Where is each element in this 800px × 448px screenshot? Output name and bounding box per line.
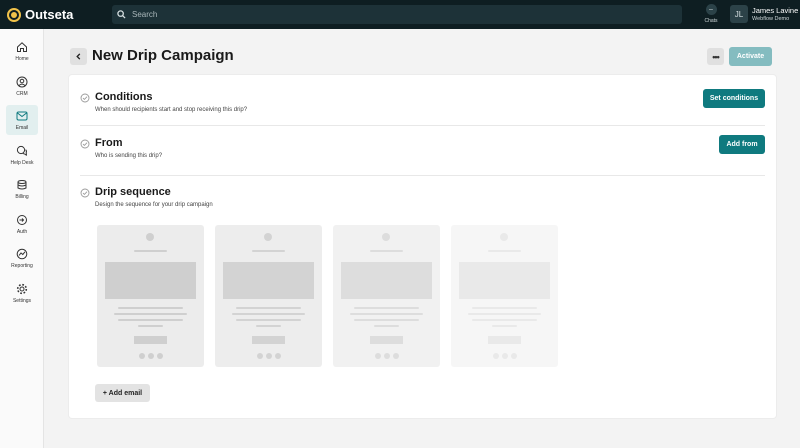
chats-button[interactable]: – Chats xyxy=(700,4,722,24)
more-options-button[interactable]: ••• xyxy=(707,48,724,65)
envelope-icon xyxy=(16,111,28,121)
from-title: From xyxy=(95,137,123,149)
sidebar-item-billing[interactable]: Billing xyxy=(6,174,38,204)
user-menu[interactable]: JL James Lavine Webflow Demo xyxy=(730,5,798,23)
conditions-title: Conditions xyxy=(95,91,153,103)
drip-sequence-subtitle: Design the sequence for your drip campai… xyxy=(95,202,213,208)
user-name: James Lavine xyxy=(752,5,799,15)
sidebar-item-label: Reporting xyxy=(11,263,33,269)
sidebar-item-crm[interactable]: CRM xyxy=(6,71,38,101)
sidebar-item-help-desk[interactable]: Help Desk xyxy=(6,140,38,170)
search-placeholder: Search xyxy=(132,10,158,19)
search-input[interactable]: Search xyxy=(112,5,682,24)
home-icon xyxy=(17,42,27,52)
email-placeholder xyxy=(215,225,322,367)
chats-label: Chats xyxy=(704,18,718,24)
avatar: JL xyxy=(730,5,748,23)
sidebar-item-label: Help Desk xyxy=(10,160,34,166)
conditions-subtitle: When should recipients start and stop re… xyxy=(95,107,248,113)
activate-button[interactable]: Activate xyxy=(729,47,772,66)
chat-icon: – xyxy=(705,4,717,15)
sidebar-item-label: Billing xyxy=(15,194,29,200)
page-title: New Drip Campaign xyxy=(92,47,234,64)
sidebar-item-label: Home xyxy=(15,56,29,62)
user-org: Webflow Demo xyxy=(752,15,790,22)
sidebar-item-label: Email xyxy=(15,125,29,131)
from-subtitle: Who is sending this drip? xyxy=(95,153,163,159)
sidebar-item-label: CRM xyxy=(16,91,28,97)
drip-sequence-title: Drip sequence xyxy=(95,186,171,198)
check-circle-icon xyxy=(80,188,90,198)
logo-icon xyxy=(7,7,21,22)
email-placeholder xyxy=(451,225,558,367)
campaign-card: Conditions When should recipients start … xyxy=(69,75,776,418)
add-email-button[interactable]: + Add email xyxy=(95,384,150,402)
app-name: Outseta xyxy=(25,7,74,22)
add-from-button[interactable]: Add from xyxy=(719,135,765,154)
sidebar-item-reporting[interactable]: Reporting xyxy=(6,243,38,273)
sidebar-item-label: Auth xyxy=(16,229,28,235)
user-circle-icon xyxy=(16,76,28,88)
sidebar-item-email[interactable]: Email xyxy=(6,105,38,135)
sidebar-item-home[interactable]: Home xyxy=(6,36,38,66)
chart-line-icon xyxy=(16,248,28,260)
divider xyxy=(80,175,765,176)
check-circle-icon xyxy=(80,93,90,103)
sidebar-item-settings[interactable]: Settings xyxy=(6,278,38,308)
email-placeholder xyxy=(97,225,204,367)
sidebar-item-auth[interactable]: Auth xyxy=(6,209,38,239)
coins-icon xyxy=(17,180,27,190)
divider xyxy=(80,125,765,126)
sidebar-item-label: Settings xyxy=(12,298,32,304)
search-icon xyxy=(117,10,126,19)
gear-icon xyxy=(16,283,28,295)
check-circle-icon xyxy=(80,139,90,149)
app-logo[interactable]: Outseta xyxy=(7,7,111,22)
chat-bubbles-icon xyxy=(16,145,27,156)
key-icon xyxy=(17,215,27,225)
sidebar: Home CRM Email Help Desk Billing Auth Re… xyxy=(0,29,44,448)
chevron-left-icon xyxy=(76,53,81,60)
email-placeholder xyxy=(333,225,440,367)
back-button[interactable] xyxy=(70,48,87,65)
set-conditions-button[interactable]: Set conditions xyxy=(703,89,765,108)
top-bar: Outseta Search – Chats JL James Lavine W… xyxy=(0,0,800,29)
